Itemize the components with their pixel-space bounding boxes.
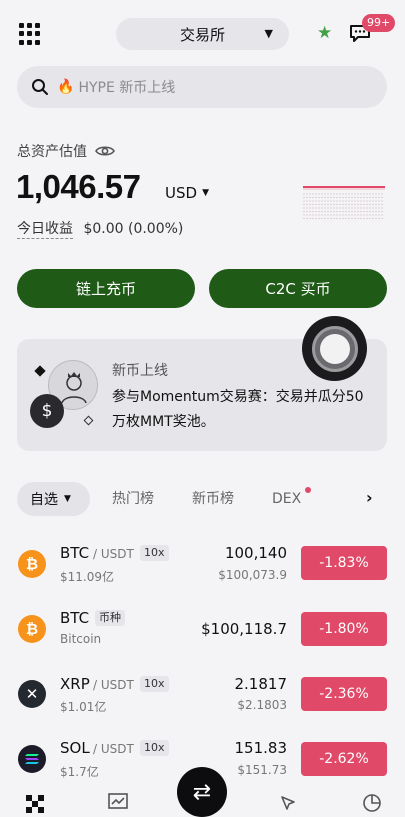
c2c-buy-button[interactable]: C2C 买币 xyxy=(209,269,387,308)
change-badge: -2.36% xyxy=(301,677,387,711)
banner-text: 参与Momentum交易赛：交易并瓜分50万枚MMT奖池。 xyxy=(112,389,364,430)
new-indicator-dot xyxy=(305,487,311,493)
row-volume: $11.09亿 xyxy=(60,570,114,584)
tab-hot[interactable]: 热门榜 xyxy=(112,488,154,510)
row-fiat-price: $100,073.9 xyxy=(218,568,287,582)
exchange-label: 交易所 xyxy=(179,25,225,44)
exchange-selector[interactable]: 交易所 ▼ xyxy=(116,18,289,50)
daily-pnl: 今日收益 $0.00 (0.00%) xyxy=(17,218,184,239)
row-fiat-price: $2.1803 xyxy=(237,698,287,712)
total-assets-amount: 1,046.57 xyxy=(16,168,141,205)
total-assets-label: 总资产估值 xyxy=(17,144,87,160)
caret-down-icon: ▼ xyxy=(202,188,209,198)
row-fiat-price: $151.73 xyxy=(237,763,287,777)
daily-pnl-label: 今日收益 xyxy=(17,221,73,239)
search-placeholder: HYPE 新币上线 xyxy=(78,80,176,96)
bitcoin-icon: ₿ xyxy=(18,550,46,578)
assets-pie-icon[interactable] xyxy=(362,793,382,813)
markets-chart-icon[interactable] xyxy=(108,793,128,809)
fire-icon: 🔥 xyxy=(57,79,75,95)
search-bar[interactable]: 🔥 HYPE 新币上线 xyxy=(17,66,387,108)
onchain-deposit-button[interactable]: 链上充币 xyxy=(17,269,195,308)
market-row[interactable]: ✕ XRP / USDT 10x $1.01亿 2.1817 $2.1803 -… xyxy=(0,664,405,726)
xrp-icon: ✕ xyxy=(18,680,46,708)
tab-watchlist[interactable]: 自选 ▼ xyxy=(17,482,90,516)
row-symbol: BTC xyxy=(60,609,90,627)
row-price: 151.83 xyxy=(234,739,288,757)
daily-pnl-value: $0.00 (0.00%) xyxy=(83,221,184,237)
caret-down-icon: ▼ xyxy=(64,494,71,504)
row-symbol: XRP xyxy=(60,675,90,693)
market-row[interactable]: ₿ BTC / USDT 10x $11.09亿 100,140 $100,07… xyxy=(0,534,405,596)
bitcoin-icon: ₿ xyxy=(18,615,46,643)
solana-icon xyxy=(18,745,46,773)
row-symbol: BTC xyxy=(60,544,90,562)
chevron-right-icon[interactable]: › xyxy=(366,488,373,507)
favorite-star-icon[interactable]: ★ xyxy=(317,23,332,43)
row-volume: $1.01亿 xyxy=(60,700,107,714)
home-icon[interactable] xyxy=(26,795,44,813)
trade-swap-button[interactable]: ⇄ xyxy=(177,767,227,817)
row-coin-name: Bitcoin xyxy=(60,632,102,646)
asset-label-row: 总资产估值 xyxy=(17,141,115,161)
leverage-tag: 10x xyxy=(140,740,169,756)
currency-label: USD xyxy=(165,184,198,202)
row-pair: / USDT xyxy=(93,742,134,756)
change-badge: -1.80% xyxy=(301,612,387,646)
discover-compass-icon[interactable] xyxy=(279,794,297,812)
tabs-fade xyxy=(328,478,368,520)
leverage-tag: 10x xyxy=(140,545,169,561)
row-price: $100,118.7 xyxy=(201,620,287,638)
dollar-coin-icon: $ xyxy=(30,394,64,428)
row-pair: / USDT xyxy=(93,547,134,561)
tab-label: 自选 xyxy=(30,492,58,508)
search-icon xyxy=(32,79,48,95)
tab-dex[interactable]: DEX xyxy=(272,488,301,510)
banner-title: 新币上线 xyxy=(112,363,168,379)
row-price: 100,140 xyxy=(224,544,287,562)
change-badge: -1.83% xyxy=(301,546,387,580)
row-volume: $1.7亿 xyxy=(60,765,99,779)
apps-grid-icon[interactable] xyxy=(19,23,41,45)
change-badge: -2.62% xyxy=(301,742,387,776)
eye-icon[interactable] xyxy=(95,144,115,158)
tab-new-coins[interactable]: 新币榜 xyxy=(192,488,234,510)
notification-badge: 99+ xyxy=(362,14,396,32)
currency-selector[interactable]: USD ▼ xyxy=(165,184,209,202)
row-pair: / USDT xyxy=(93,678,134,692)
leverage-tag: 10x xyxy=(140,676,169,692)
row-symbol: SOL xyxy=(60,739,90,757)
asset-sparkline xyxy=(303,186,385,220)
caret-down-icon: ▼ xyxy=(264,27,273,40)
floating-assistive-button[interactable] xyxy=(302,316,367,381)
row-price: 2.1817 xyxy=(234,675,288,693)
market-row[interactable]: ₿ BTC 币种 Bitcoin $100,118.7 -1.80% xyxy=(0,598,405,660)
coin-tag: 币种 xyxy=(95,610,125,626)
